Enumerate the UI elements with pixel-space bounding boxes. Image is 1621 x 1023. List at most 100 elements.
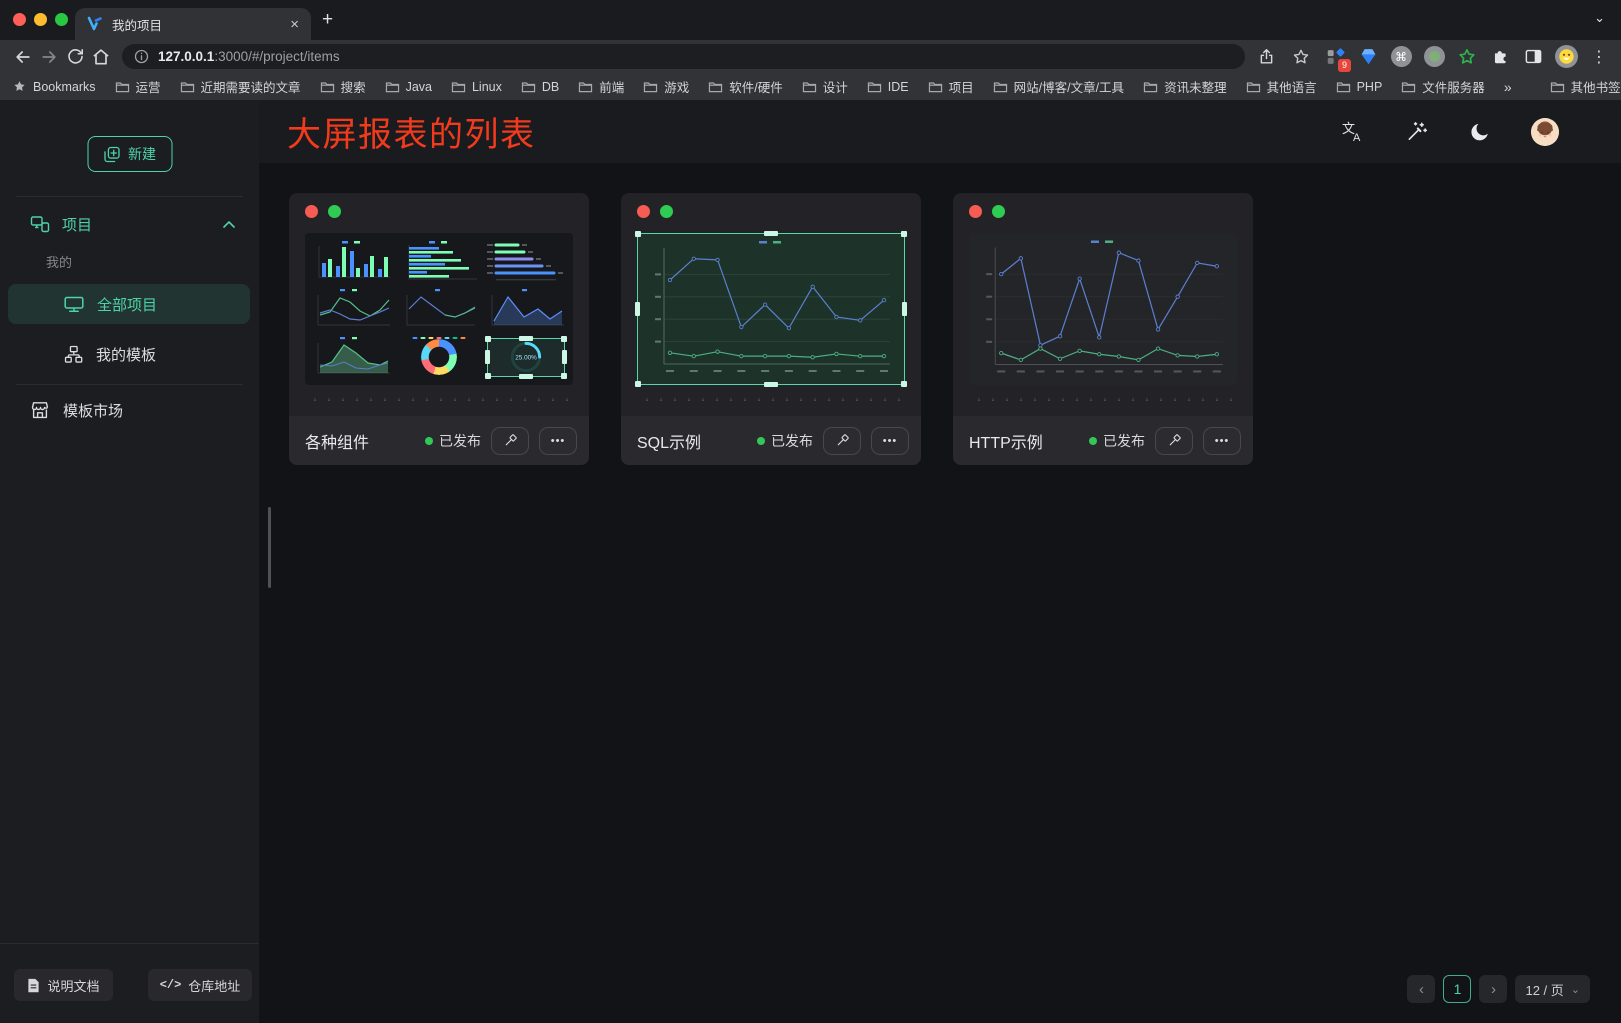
side-panel-button[interactable] xyxy=(1521,45,1545,69)
project-card[interactable]: SQL示例 已发布 ••• xyxy=(621,193,921,465)
page-size-select[interactable]: 12 / 页 ⌄ xyxy=(1515,975,1590,1003)
sidebar-item-my-templates[interactable]: 我的模板 xyxy=(8,334,250,374)
profile-avatar-button[interactable] xyxy=(1554,45,1578,69)
bookmark-folder[interactable]: DB xyxy=(521,80,559,94)
home-button[interactable] xyxy=(88,44,114,70)
extension-gem[interactable] xyxy=(1356,45,1380,69)
extension-green-star[interactable] xyxy=(1455,45,1479,69)
selection-handle[interactable] xyxy=(901,381,907,387)
bookmark-folder[interactable]: 设计 xyxy=(802,77,848,96)
selection-handle[interactable] xyxy=(902,302,907,316)
tab-close-icon[interactable]: × xyxy=(290,17,299,32)
dark-mode-button[interactable] xyxy=(1467,119,1493,145)
share-button[interactable] xyxy=(1253,44,1279,70)
sidebar-item-all-projects[interactable]: 全部项目 xyxy=(8,284,250,324)
bookmark-folder[interactable]: 网站/博客/文章/工具 xyxy=(993,77,1124,96)
site-info-icon[interactable] xyxy=(134,49,149,64)
card-dots xyxy=(969,205,1005,218)
selection-handle[interactable] xyxy=(485,373,491,379)
prev-page-button[interactable]: ‹ xyxy=(1407,975,1435,1003)
language-toggle-button[interactable]: 文 A xyxy=(1339,119,1365,145)
other-bookmarks[interactable]: 其他书签 xyxy=(1550,77,1621,96)
bookmark-folder[interactable]: 软件/硬件 xyxy=(708,77,782,96)
selection-handle[interactable] xyxy=(519,336,533,341)
bookmark-folder[interactable]: IDE xyxy=(867,80,909,94)
bookmark-folder[interactable]: 项目 xyxy=(928,77,974,96)
bookmark-folder[interactable]: 游戏 xyxy=(643,77,689,96)
bookmark-folder[interactable]: 资讯未整理 xyxy=(1143,77,1227,96)
reload-button[interactable] xyxy=(62,44,88,70)
docs-button[interactable]: 说明文档 xyxy=(14,969,113,1001)
current-page[interactable]: 1 xyxy=(1443,975,1471,1003)
selection-handle[interactable] xyxy=(764,231,778,236)
address-bar[interactable]: 127.0.0.1:3000/#/project/items xyxy=(122,44,1245,69)
edit-button[interactable] xyxy=(1155,427,1193,455)
selection-handle[interactable] xyxy=(635,381,641,387)
selection-box[interactable]: 25.00% xyxy=(487,338,565,377)
selection-handle[interactable] xyxy=(764,382,778,387)
mini-bar-chart xyxy=(310,238,394,283)
edit-button[interactable] xyxy=(491,427,529,455)
mini-capsule-chart xyxy=(484,238,568,283)
selection-handle[interactable] xyxy=(561,336,567,342)
project-card[interactable]: HTTP示例 已发布 ••• xyxy=(953,193,1253,465)
ellipsis-icon: ••• xyxy=(883,435,898,447)
scrollbar-thumb[interactable] xyxy=(268,507,271,588)
bookmark-folder[interactable]: 搜索 xyxy=(320,77,366,96)
window-zoom-button[interactable] xyxy=(55,13,68,26)
more-button[interactable]: ••• xyxy=(1203,427,1241,455)
theme-wand-button[interactable] xyxy=(1403,119,1429,145)
extension-command[interactable]: ⌘ xyxy=(1389,45,1413,69)
user-avatar[interactable] xyxy=(1531,118,1559,146)
sidebar-section-projects[interactable]: 项目 xyxy=(0,206,259,242)
selection-handle[interactable] xyxy=(635,231,641,237)
bookmarks-root[interactable]: Bookmarks xyxy=(12,79,96,94)
bookmark-folder[interactable]: 近期需要读的文章 xyxy=(180,77,301,96)
forward-icon xyxy=(39,47,59,67)
browser-tab[interactable]: 我的项目 × xyxy=(75,8,311,40)
selection-handle[interactable] xyxy=(485,336,491,342)
bookmark-folder[interactable]: 前端 xyxy=(578,77,624,96)
tab-strip: 我的项目 × + ⌄ xyxy=(0,0,1621,40)
extension-tabs-manager[interactable]: 9 xyxy=(1323,45,1347,69)
bookmark-folder[interactable]: Linux xyxy=(451,80,502,94)
project-thumbnail-selected[interactable] xyxy=(637,233,905,385)
bookmark-folder[interactable]: 运营 xyxy=(115,77,161,96)
extension-recorder[interactable] xyxy=(1422,45,1446,69)
project-name: SQL示例 xyxy=(637,429,701,453)
tab-search-chevron-icon[interactable]: ⌄ xyxy=(1594,10,1605,26)
share-icon xyxy=(1257,47,1276,66)
selection-handle[interactable] xyxy=(562,350,567,364)
bookmark-folder[interactable]: 其他语言 xyxy=(1246,77,1317,96)
selection-handle[interactable] xyxy=(901,231,907,237)
more-button[interactable]: ••• xyxy=(539,427,577,455)
bookmark-star-button[interactable] xyxy=(1288,44,1314,70)
blue-gem-icon xyxy=(1359,47,1378,66)
forward-button[interactable] xyxy=(36,44,62,70)
selection-handle[interactable] xyxy=(485,350,490,364)
extensions-puzzle-button[interactable] xyxy=(1488,45,1512,69)
back-button[interactable] xyxy=(10,44,36,70)
bookmark-folder[interactable]: PHP xyxy=(1336,80,1383,94)
folder-icon xyxy=(521,80,536,93)
bookmark-folder[interactable]: Java xyxy=(385,80,432,94)
new-project-label: 新建 xyxy=(128,144,156,164)
bookmark-folder[interactable]: 文件服务器 xyxy=(1401,77,1485,96)
chevron-up-icon[interactable] xyxy=(223,221,235,228)
selection-handle[interactable] xyxy=(519,374,533,379)
selection-handle[interactable] xyxy=(635,302,640,316)
window-minimize-button[interactable] xyxy=(34,13,47,26)
browser-menu-icon[interactable]: ⋮ xyxy=(1587,47,1611,67)
new-tab-button[interactable]: + xyxy=(322,9,333,31)
window-close-button[interactable] xyxy=(13,13,26,26)
repo-button[interactable]: </> 仓库地址 xyxy=(148,969,252,1001)
next-page-button[interactable]: › xyxy=(1479,975,1507,1003)
new-project-button[interactable]: 新建 xyxy=(87,136,172,172)
project-card-list: 25.00% 各种组件 已发布 xyxy=(289,193,1253,465)
edit-button[interactable] xyxy=(823,427,861,455)
more-button[interactable]: ••• xyxy=(871,427,909,455)
sidebar-item-template-market[interactable]: 模板市场 xyxy=(0,392,259,428)
selection-handle[interactable] xyxy=(561,373,567,379)
project-card[interactable]: 25.00% 各种组件 已发布 xyxy=(289,193,589,465)
bookmarks-overflow-icon[interactable]: » xyxy=(1504,79,1512,95)
